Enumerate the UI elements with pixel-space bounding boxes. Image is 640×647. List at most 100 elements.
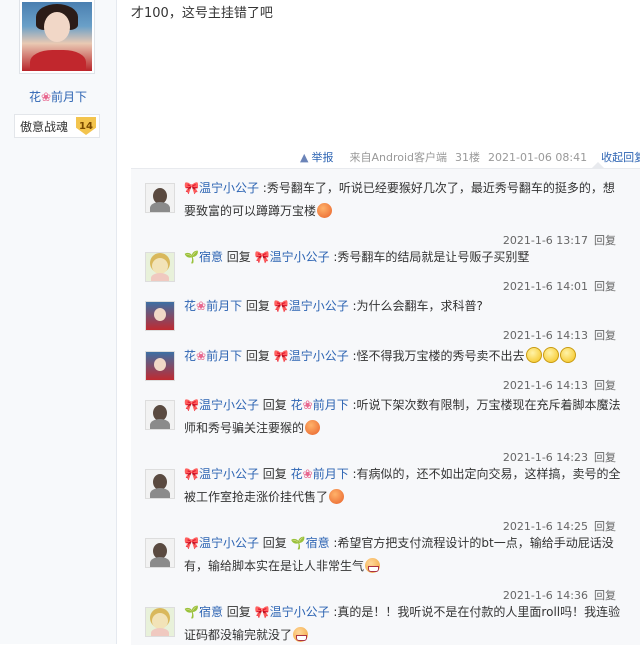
username-part: 宿意 <box>198 250 223 264</box>
reply-username[interactable]: 花❀前月下 <box>184 299 242 313</box>
bow-icon: 🎀 <box>184 181 199 195</box>
reply-username[interactable]: 🎀温宁小公子 <box>184 181 259 195</box>
reply-time: 2021-1-6 14:13 <box>502 329 588 342</box>
reply-to-username[interactable]: 🎀温宁小公子 <box>274 299 349 313</box>
username-part: 前月下 <box>312 467 349 481</box>
bow-icon: 🎀 <box>254 250 270 264</box>
reply-avatar[interactable] <box>145 469 175 499</box>
reply-to-word: 回复 <box>222 250 255 264</box>
username-part: 宿意 <box>198 605 223 619</box>
reply-text: 🎀温宁小公子 回复 花❀前月下 :有病似的，还不如出定向交易，这样搞，卖号的全被… <box>184 463 626 509</box>
username-part: 前月下 <box>206 349 243 363</box>
reply-avatar[interactable] <box>145 351 175 381</box>
reply-to-word: 回复 <box>242 299 274 313</box>
username-part: 温宁小公子 <box>288 349 349 363</box>
orange-emoji-icon <box>317 203 333 218</box>
reply-text: 花❀前月下 回复 🎀温宁小公子 :为什么会翻车，求科普? <box>184 295 626 318</box>
report-label: 举报 <box>311 151 334 164</box>
username-part: 温宁小公子 <box>198 398 259 412</box>
author-name-suffix: 前月下 <box>51 90 88 104</box>
avatar-dress <box>30 50 86 71</box>
collapse-replies-link[interactable]: 收起回复 <box>601 149 640 165</box>
grin-emoji-icon <box>293 627 309 642</box>
flower-icon: ❀ <box>302 398 313 412</box>
orange-emoji-icon <box>329 489 345 504</box>
username-part: 花 <box>290 398 303 412</box>
yellow-emoji-icon <box>542 347 559 363</box>
reply-button[interactable]: 回复 <box>594 280 616 293</box>
reply-text: 🎀温宁小公子 回复 花❀前月下 :听说下架次数有限制，万宝楼现在充斥着脚本魔法师… <box>184 394 626 440</box>
reply-text: 花❀前月下 回复 🎀温宁小公子 :怪不得我万宝楼的秀号卖不出去 <box>184 345 626 368</box>
username-part: 温宁小公子 <box>288 299 349 313</box>
author-name[interactable]: 花❀前月下 <box>0 88 116 105</box>
reply-to-username[interactable]: 🌱宿意 <box>291 536 330 550</box>
reply-text: 🎀温宁小公子 :秀号翻车了，听说已经要猴好几次了，最近秀号翻车的挺多的，想要致富… <box>184 177 626 223</box>
reply-username[interactable]: 🌱宿意 <box>184 250 223 264</box>
bow-icon: 🎀 <box>273 299 289 313</box>
badge-label: 傲意战魂 <box>20 119 69 134</box>
reply-to-word: 回复 <box>222 605 255 619</box>
username-part: 宿意 <box>305 536 330 550</box>
username-part: 温宁小公子 <box>198 467 259 481</box>
sprout-icon: 🌱 <box>290 536 306 550</box>
reply-avatar[interactable] <box>145 400 175 430</box>
reply-username[interactable]: 🌱宿意 <box>184 605 223 619</box>
username-part: 花 <box>290 467 303 481</box>
reply-content: :秀号翻车的结局就是让号贩子买别墅 <box>329 250 530 264</box>
bow-icon: 🎀 <box>184 467 199 481</box>
reply-avatar[interactable] <box>145 183 175 213</box>
username-part: 温宁小公子 <box>198 181 259 195</box>
reply-to-word: 回复 <box>258 467 291 481</box>
bow-icon: 🎀 <box>184 398 199 412</box>
reply-content: :为什么会翻车，求科普? <box>348 299 483 313</box>
reply-to-username[interactable]: 🎀温宁小公子 <box>274 349 349 363</box>
yellow-emoji-icon <box>559 347 576 363</box>
post-content: 才100，这号主挂错了吧 <box>131 6 273 21</box>
reply-button[interactable]: 回复 <box>594 329 616 342</box>
reply-avatar[interactable] <box>145 252 175 282</box>
bow-icon: 🎀 <box>254 605 270 619</box>
reply-to-username[interactable]: 🎀温宁小公子 <box>255 605 330 619</box>
report-icon: ▲ <box>300 151 309 164</box>
reply-to-word: 回复 <box>258 536 291 550</box>
reply-to-word: 回复 <box>242 349 274 363</box>
grin-emoji-icon <box>365 558 381 573</box>
reply-button[interactable]: 回复 <box>594 379 616 392</box>
username-part: 温宁小公子 <box>269 605 330 619</box>
username-part: 花 <box>184 349 197 363</box>
reply-username[interactable]: 🎀温宁小公子 <box>184 467 259 481</box>
flower-icon: ❀ <box>40 90 52 104</box>
flower-icon: ❀ <box>196 349 207 363</box>
reply-avatar[interactable] <box>145 538 175 568</box>
client-source: 来自Android客户端 <box>349 151 447 164</box>
reply-to-username[interactable]: 🎀温宁小公子 <box>255 250 330 264</box>
reply-to-username[interactable]: 花❀前月下 <box>291 467 349 481</box>
avatar-image <box>22 2 92 71</box>
reply-footer: 2021-1-6 14:01 回复 <box>411 278 616 294</box>
reply-content: :怪不得我万宝楼的秀号卖不出去 <box>348 349 525 363</box>
username-part: 前月下 <box>206 299 243 313</box>
post-date: 2021-01-06 08:41 <box>488 150 588 164</box>
reply-time: 2021-1-6 14:01 <box>502 280 588 293</box>
username-part: 温宁小公子 <box>269 250 330 264</box>
reply-footer: 2021-1-6 14:13 回复 <box>411 327 616 343</box>
reply-username[interactable]: 🎀温宁小公子 <box>184 398 259 412</box>
reply-to-username[interactable]: 花❀前月下 <box>291 398 349 412</box>
reply-text: 🎀温宁小公子 回复 🌱宿意 :希望官方把支付流程设计的bt一点，输给手动屁话没有… <box>184 532 626 578</box>
reply-avatar[interactable] <box>145 301 175 331</box>
reply-username[interactable]: 花❀前月下 <box>184 349 242 363</box>
sprout-icon: 🌱 <box>184 605 199 619</box>
author-name-prefix: 花 <box>28 90 41 104</box>
yellow-emoji-icon <box>525 347 542 363</box>
reply-list: 🎀温宁小公子 :秀号翻车了，听说已经要猴好几次了，最近秀号翻车的挺多的，想要致富… <box>131 168 640 645</box>
flower-icon: ❀ <box>302 467 313 481</box>
reply-username[interactable]: 🎀温宁小公子 <box>184 536 259 550</box>
reply-avatar[interactable] <box>145 607 175 637</box>
reply-footer: 2021-1-6 14:13 回复 <box>411 377 616 393</box>
reply-to-word: 回复 <box>258 398 291 412</box>
bow-icon: 🎀 <box>273 349 289 363</box>
bow-icon: 🎀 <box>184 536 199 550</box>
report-link[interactable]: ▲ 举报 <box>300 149 341 165</box>
level-badge[interactable]: 傲意战魂 14 <box>14 114 100 138</box>
author-avatar[interactable] <box>19 0 95 74</box>
